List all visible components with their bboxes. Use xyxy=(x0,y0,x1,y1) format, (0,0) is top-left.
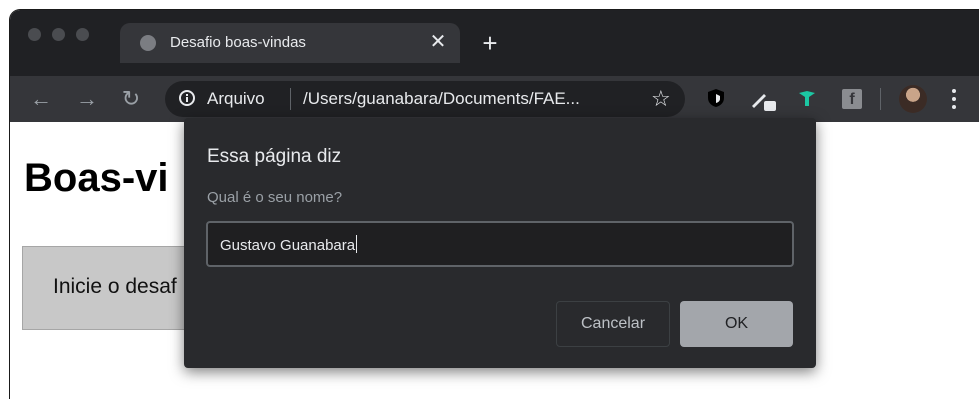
site-scheme-label[interactable]: Arquivo xyxy=(207,89,265,109)
leaf-extension-icon[interactable] xyxy=(796,88,818,110)
dialog-message: Qual é o seu nome? xyxy=(207,189,343,206)
reload-button[interactable]: ↻ xyxy=(118,86,144,112)
address-separator xyxy=(290,88,291,110)
cancel-button[interactable]: Cancelar xyxy=(556,301,670,347)
name-input[interactable]: Gustavo Guanabara xyxy=(206,221,794,267)
ok-button[interactable]: OK xyxy=(680,301,793,347)
address-bar[interactable]: Arquivo /Users/guanabara/Documents/FAE..… xyxy=(165,81,685,117)
dialog-title: Essa página diz xyxy=(207,146,342,167)
page-heading: Boas-vi xyxy=(24,156,169,200)
prompt-dialog: Essa página diz Qual é o seu nome? Gusta… xyxy=(184,118,816,368)
back-button[interactable]: ← xyxy=(28,86,54,112)
bookmark-star-icon[interactable]: ☆ xyxy=(651,85,671,113)
close-tab-icon[interactable]: ✕ xyxy=(426,30,450,54)
tab-strip: Desafio boas-vindas ✕ + xyxy=(10,10,979,76)
name-input-value[interactable]: Gustavo Guanabara xyxy=(220,235,358,254)
info-icon[interactable] xyxy=(179,90,195,106)
new-tab-button[interactable]: + xyxy=(476,30,504,58)
zoom-window-icon[interactable] xyxy=(76,28,89,41)
tab-desafio[interactable]: Desafio boas-vindas ✕ xyxy=(120,23,460,63)
globe-icon xyxy=(140,35,156,51)
profile-avatar[interactable] xyxy=(899,85,927,113)
address-url[interactable]: /Users/guanabara/Documents/FAE... xyxy=(303,89,580,109)
toolbar-separator xyxy=(880,88,881,110)
forward-button[interactable]: → xyxy=(74,86,100,112)
browser-menu-icon[interactable] xyxy=(946,86,962,112)
minimize-window-icon[interactable] xyxy=(52,28,65,41)
close-window-icon[interactable] xyxy=(28,28,41,41)
shield-extension-icon[interactable] xyxy=(707,88,725,108)
page-message-text: Inicie o desaf xyxy=(53,275,177,298)
toolbar: ← → ↻ Arquivo /Users/guanabara/Documents… xyxy=(10,76,979,122)
facebook-extension-icon[interactable]: f xyxy=(842,89,862,109)
tab-title: Desafio boas-vindas xyxy=(170,34,306,51)
text-caret xyxy=(356,235,358,253)
pen-extension-icon[interactable] xyxy=(750,88,778,112)
